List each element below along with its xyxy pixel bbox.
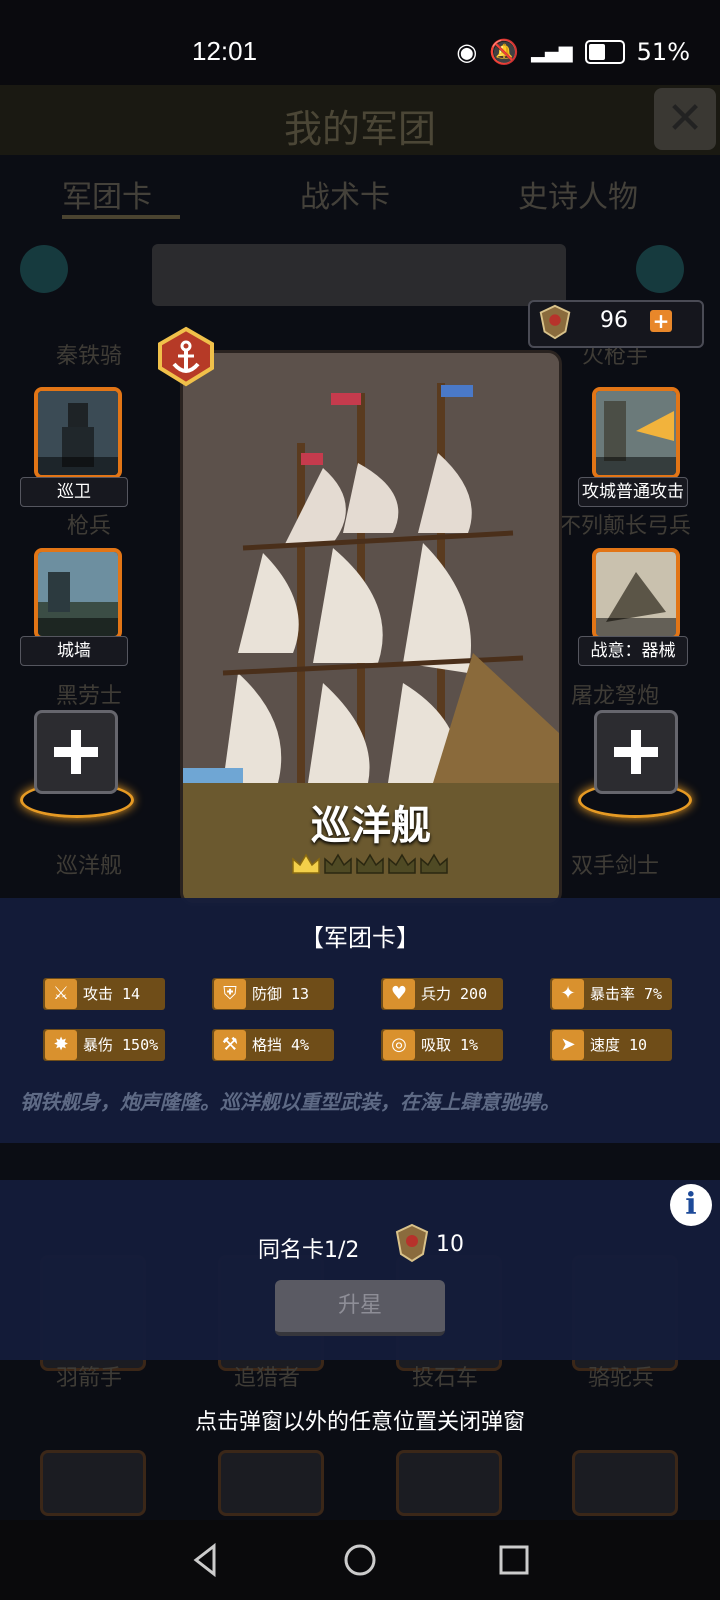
signal-icon: ▂▄▆ — [531, 41, 573, 63]
bg-grid-name: 巡洋舰 — [55, 854, 122, 879]
info-icon[interactable]: i — [670, 1184, 712, 1226]
add-slot-left-button[interactable] — [34, 710, 118, 794]
skill-slot-wall[interactable] — [34, 548, 122, 640]
boot-icon: ➤ — [552, 1030, 584, 1060]
menu-icon[interactable] — [20, 245, 68, 293]
bg-grid-name: 追猎者 — [233, 1366, 300, 1391]
drain-icon: ◎ — [383, 1030, 415, 1060]
stat-defense: ⛨ 防御 13 — [212, 978, 334, 1010]
stat-drain: ◎ 吸取 1% — [381, 1029, 503, 1061]
anchor-icon — [158, 326, 214, 387]
slot-crowns — [596, 618, 676, 636]
status-time: 12:01 — [192, 36, 258, 66]
crest-icon — [395, 1223, 429, 1263]
close-button[interactable]: ✕ — [654, 88, 716, 150]
crown-empty-icon — [356, 853, 384, 874]
tab-legion-card[interactable]: 军团卡 — [62, 172, 152, 216]
mute-icon: 🔕 — [489, 38, 520, 66]
bg-grid-name: 秦铁骑 — [55, 344, 122, 369]
filter-icon[interactable] — [636, 245, 684, 293]
unit-card: 巡洋舰 — [180, 350, 562, 906]
search-bar[interactable] — [152, 244, 566, 306]
bg-grid-cell — [40, 1450, 146, 1516]
slot-label: 攻城普通攻击 — [578, 477, 688, 507]
crit-icon: ✦ — [552, 979, 584, 1009]
home-icon[interactable] — [340, 1540, 380, 1580]
shield-icon: ⛨ — [214, 979, 246, 1009]
eye-icon: ◉ — [456, 38, 478, 66]
bg-grid-name: 枪兵 — [66, 514, 111, 539]
tab-underline — [62, 215, 180, 219]
back-icon[interactable] — [186, 1540, 226, 1580]
slot-label: 战意：器械 — [578, 636, 688, 666]
stat-crit-rate: ✦ 暴击率 7% — [550, 978, 672, 1010]
skill-slot-machinery[interactable] — [592, 548, 680, 640]
crown-icon — [292, 853, 320, 874]
stat-crit-damage: ✸ 暴伤 150% — [43, 1029, 165, 1061]
skill-slot-siege-attack[interactable] — [592, 387, 680, 479]
battery-percent: 51% — [636, 38, 690, 66]
sword-icon: ⚔ — [45, 979, 77, 1009]
upgrade-cost: 10 — [436, 1232, 464, 1257]
close-hint: 点击弹窗以外的任意位置关闭弹窗 — [194, 1410, 525, 1435]
slot-crowns — [38, 457, 118, 475]
stat-block: ⚒ 格挡 4% — [212, 1029, 334, 1061]
ship-illustration — [183, 353, 559, 783]
bg-grid-cell — [396, 1450, 502, 1516]
panel-title: 【军团卡】 — [300, 924, 420, 952]
add-currency-button[interactable]: + — [650, 310, 672, 332]
slot-label: 巡卫 — [20, 477, 128, 507]
bg-grid-cell — [572, 1450, 678, 1516]
stat-speed: ➤ 速度 10 — [550, 1029, 672, 1061]
currency-value: 96 — [600, 308, 628, 333]
crown-empty-icon — [420, 853, 448, 874]
crown-empty-icon — [324, 853, 352, 874]
bg-grid-name: 骆驼兵 — [587, 1366, 654, 1391]
recents-icon[interactable] — [494, 1540, 534, 1580]
upgrade-star-button[interactable]: 升星 — [275, 1280, 445, 1336]
heart-icon: ♥ — [383, 979, 415, 1009]
stat-troops: ♥ 兵力 200 — [381, 978, 503, 1010]
crest-icon — [539, 304, 571, 340]
bg-grid-cell — [218, 1450, 324, 1516]
bg-grid-name: 双手剑士 — [570, 854, 659, 879]
tab-epic-hero[interactable]: 史诗人物 — [518, 172, 638, 216]
star-rating — [291, 853, 449, 875]
page-title: 我的军团 — [283, 107, 436, 151]
bg-grid-name: 投石车 — [411, 1366, 478, 1391]
slot-label: 城墙 — [20, 636, 128, 666]
crown-empty-icon — [388, 853, 416, 874]
bg-grid-name: 不列颠长弓兵 — [558, 514, 691, 539]
stat-attack: ⚔ 攻击 14 — [43, 978, 165, 1010]
burst-icon: ✸ — [45, 1030, 77, 1060]
card-name: 巡洋舰 — [311, 803, 431, 849]
slot-crowns — [38, 618, 118, 636]
tab-tactic-card[interactable]: 战术卡 — [300, 172, 390, 216]
bg-grid-name: 羽箭手 — [55, 1366, 122, 1391]
status-icons: ◉ 🔕 ▂▄▆ 51% — [456, 38, 690, 66]
tab-bar: 军团卡 战术卡 史诗人物 — [0, 160, 720, 235]
skill-slot-patrol[interactable] — [34, 387, 122, 479]
block-icon: ⚒ — [214, 1030, 246, 1060]
battery-icon — [584, 40, 625, 64]
add-slot-right-button[interactable] — [594, 710, 678, 794]
bg-grid-name: 屠龙弩炮 — [570, 684, 659, 709]
slot-crowns — [596, 457, 676, 475]
same-card-count: 同名卡1/2 — [258, 1238, 360, 1263]
card-description: 钢铁舰身，炮声隆隆。巡洋舰以重型武装，在海上肆意驰骋。 — [20, 1090, 560, 1114]
bg-grid-name: 黑劳士 — [55, 684, 122, 709]
